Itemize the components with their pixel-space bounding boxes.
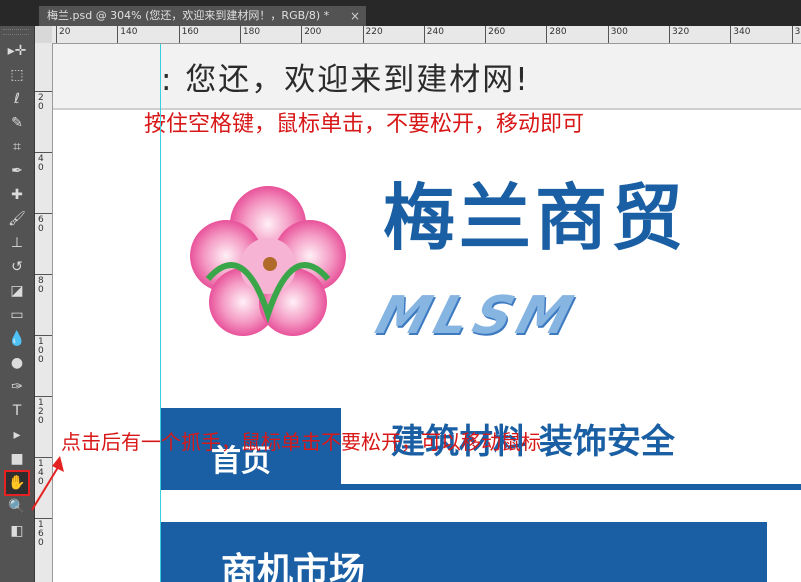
ruler-tick <box>35 213 52 214</box>
ruler-label: 320 <box>672 27 690 37</box>
nav-underline <box>341 484 801 490</box>
quick-select-tool[interactable]: ✎ <box>6 112 28 134</box>
marquee-tool[interactable]: ⬚ <box>6 64 28 86</box>
gradient-tool[interactable]: ▭ <box>6 304 28 326</box>
ruler-label: 80 <box>38 276 44 295</box>
ruler-tick <box>301 26 303 43</box>
ruler-tick <box>35 396 52 397</box>
document-tab[interactable]: 梅兰.psd @ 304% (您还，欢迎来到建材网！，RGB/8) * × <box>39 6 366 26</box>
ruler-tick <box>485 26 487 43</box>
ruler-label: 160 <box>181 27 199 37</box>
site-topbar: : 您还，欢迎来到建材网! <box>53 44 801 110</box>
move-tool[interactable]: ▸✛ <box>6 40 28 62</box>
crop-tool[interactable]: ⌗ <box>6 136 28 158</box>
brush-tool[interactable]: 🖌 <box>6 208 28 230</box>
annotation-arrow-icon <box>31 456 64 511</box>
close-icon[interactable]: × <box>350 6 360 26</box>
section-header: 商机市场 <box>161 522 767 582</box>
annotation-top: 按住空格键，鼠标单击，不要松开，移动即可 <box>144 112 585 137</box>
ruler-label: 260 <box>488 27 506 37</box>
ruler-tick <box>423 26 425 43</box>
ruler-label: 120 <box>38 398 44 426</box>
ruler-label: 140 <box>120 27 138 37</box>
document-canvas[interactable]: : 您还，欢迎来到建材网! 按住空格键，鼠标单击，不要松开，移动即可 梅兰商贸 … <box>53 44 801 582</box>
ruler-tick <box>669 26 670 43</box>
ruler-origin[interactable] <box>35 26 53 44</box>
guide-line[interactable] <box>160 44 161 582</box>
ruler-tick <box>35 335 52 336</box>
eyedropper-tool[interactable]: ✒ <box>6 160 28 182</box>
type-tool[interactable]: T <box>6 400 28 422</box>
ruler-label: 60 <box>38 215 44 234</box>
ruler-tick <box>546 26 548 43</box>
lasso-tool[interactable]: ℓ <box>6 88 28 110</box>
blur-tool[interactable]: 💧 <box>6 328 28 350</box>
welcome-text: : 您还，欢迎来到建材网! <box>161 62 530 98</box>
panel-grip[interactable] <box>3 29 29 35</box>
ruler-label: 40 <box>38 154 44 173</box>
pen-tool[interactable]: ✑ <box>6 376 28 398</box>
ruler-tick <box>35 91 52 92</box>
ruler-tick <box>607 26 609 43</box>
ruler-label: 240 <box>426 27 444 37</box>
ruler-label: 360 <box>794 27 801 37</box>
ruler-tick <box>362 26 364 43</box>
history-brush-tool[interactable]: ↺ <box>6 256 28 278</box>
ruler-tick <box>730 26 732 43</box>
ruler-tick <box>178 26 180 43</box>
ruler-label: 340 <box>733 27 751 37</box>
brand-english-name: MLSM <box>369 286 585 346</box>
annotation-bottom: 点击后有一个抓手，鼠标单击不要松开，可以移动鼠标 <box>61 430 541 454</box>
brand-chinese-name: 梅兰商贸 <box>383 176 688 260</box>
ruler-label: 300 <box>610 27 628 37</box>
ruler-label: 20 <box>38 93 44 112</box>
ruler-label: 220 <box>365 27 383 37</box>
ruler-label: 100 <box>38 337 44 365</box>
document-tab-strip: 梅兰.psd @ 304% (您还，欢迎来到建材网！，RGB/8) * × <box>0 0 801 26</box>
section-title: 商机市场 <box>221 551 366 582</box>
ruler-tick <box>35 152 52 153</box>
flower-logo-icon <box>190 186 346 336</box>
document-tab-title: 梅兰.psd @ 304% (您还，欢迎来到建材网！，RGB/8) * <box>47 9 330 22</box>
ruler-horizontal[interactable]: 20 140 160 180 200 220 240 260 280 300 320 340 360 <box>52 26 801 44</box>
ruler-label: 20 <box>59 27 71 37</box>
healing-brush-tool[interactable]: ✚ <box>6 184 28 206</box>
dodge-tool[interactable]: ● <box>6 352 28 374</box>
clone-stamp-tool[interactable]: ⊥ <box>6 232 28 254</box>
eraser-tool[interactable]: ◪ <box>6 280 28 302</box>
ruler-label: 180 <box>242 27 261 37</box>
ruler-label: 200 <box>304 27 322 37</box>
ruler-label: 280 <box>549 27 567 37</box>
ruler-tick <box>35 274 52 275</box>
ruler-tick <box>56 26 57 43</box>
ruler-tick <box>239 26 241 43</box>
ruler-tick <box>791 26 793 43</box>
ruler-tick <box>117 26 119 43</box>
